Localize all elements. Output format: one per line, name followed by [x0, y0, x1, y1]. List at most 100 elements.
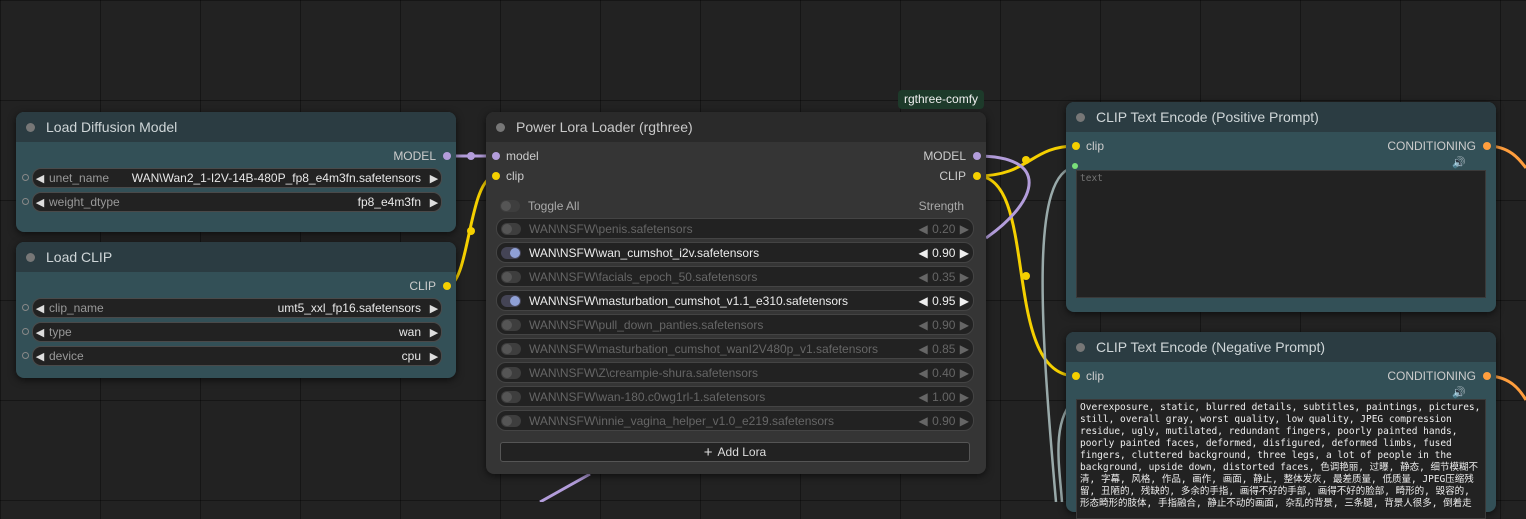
output-clip[interactable]: CLIP [409, 278, 436, 294]
lora-name[interactable]: WAN\NSFW\wan_cumshot_i2v.safetensors [529, 246, 759, 260]
arrow-right-icon[interactable]: ▶ [427, 196, 441, 209]
lora-toggle-switch[interactable] [501, 270, 521, 283]
arrow-left-icon[interactable]: ◀ [919, 390, 928, 404]
lora-toggle-switch[interactable] [501, 246, 521, 259]
lora-row[interactable]: WAN\NSFW\penis.safetensors ◀ 0.20 ▶ [496, 218, 974, 239]
lora-row[interactable]: WAN\NSFW\Z\creampie-shura.safetensors ◀ 0.… [496, 362, 974, 383]
lora-name[interactable]: WAN\NSFW\innie_vagina_helper_v1.0_e219.s… [529, 414, 834, 428]
unet-name-combo[interactable]: ◀ unet_name WAN\Wan2_1-I2V-14B-480P_fp8_… [22, 168, 442, 188]
widget-input-dot[interactable] [22, 328, 29, 335]
lora-strength[interactable]: ◀ 0.85 ▶ [919, 342, 973, 356]
power-lora-loader-node[interactable]: Power Lora Loader (rgthree) model clip M… [486, 112, 986, 474]
lora-strength-value[interactable]: 0.40 [928, 366, 960, 380]
lora-toggle-switch[interactable] [501, 318, 521, 331]
arrow-left-icon[interactable]: ◀ [919, 222, 928, 236]
lora-strength-value[interactable]: 0.35 [928, 270, 960, 284]
collapse-dot-icon[interactable] [496, 123, 505, 132]
toggle-all-row[interactable]: Toggle All Strength [500, 198, 970, 214]
load-diffusion-model-node[interactable]: Load Diffusion Model MODEL ◀ unet_name W… [16, 112, 456, 232]
arrow-right-icon[interactable]: ▶ [960, 270, 969, 284]
lora-row[interactable]: WAN\NSFW\innie_vagina_helper_v1.0_e219.s… [496, 410, 974, 431]
output-clip[interactable]: CLIP [939, 168, 966, 184]
lora-strength[interactable]: ◀ 0.35 ▶ [919, 270, 973, 284]
input-clip[interactable]: clip [506, 168, 524, 184]
output-conditioning[interactable]: CONDITIONING [1387, 368, 1476, 384]
speaker-icon[interactable]: 🔊 [1452, 386, 1466, 399]
widget-input-dot[interactable] [22, 304, 29, 311]
arrow-right-icon[interactable]: ▶ [960, 366, 969, 380]
arrow-left-icon[interactable]: ◀ [919, 270, 928, 284]
positive-text-field[interactable] [1076, 170, 1486, 298]
toggle-all-switch[interactable] [500, 200, 520, 212]
clip-name-combo[interactable]: ◀ clip_name umt5_xxl_fp16.safetensors ▶ [22, 298, 442, 318]
arrow-left-icon[interactable]: ◀ [919, 342, 928, 356]
lora-name[interactable]: WAN\NSFW\masturbation_cumshot_wanI2V480p… [529, 342, 878, 356]
positive-prompt-node[interactable]: CLIP Text Encode (Positive Prompt) clip … [1066, 102, 1496, 312]
output-model-socket[interactable] [973, 152, 981, 160]
lora-strength[interactable]: ◀ 1.00 ▶ [919, 390, 973, 404]
collapse-dot-icon[interactable] [1076, 343, 1085, 352]
output-clip-socket[interactable] [973, 172, 981, 180]
lora-name[interactable]: WAN\NSFW\facials_epoch_50.safetensors [529, 270, 757, 284]
lora-row[interactable]: WAN\NSFW\masturbation_cumshot_v1.1_e310.… [496, 290, 974, 311]
lora-toggle-switch[interactable] [501, 414, 521, 427]
input-clip[interactable]: clip [1086, 368, 1104, 384]
widget-input-dot[interactable] [22, 352, 29, 359]
arrow-left-icon[interactable]: ◀ [919, 246, 928, 260]
arrow-right-icon[interactable]: ▶ [960, 390, 969, 404]
arrow-right-icon[interactable]: ▶ [960, 318, 969, 332]
arrow-left-icon[interactable]: ◀ [919, 366, 928, 380]
arrow-left-icon[interactable]: ◀ [33, 172, 47, 185]
input-clip-socket[interactable] [1072, 372, 1080, 380]
arrow-left-icon[interactable]: ◀ [919, 414, 928, 428]
input-model[interactable]: model [506, 148, 539, 164]
arrow-left-icon[interactable]: ◀ [919, 318, 928, 332]
input-clip[interactable]: clip [1086, 138, 1104, 154]
lora-strength[interactable]: ◀ 0.95 ▶ [919, 294, 973, 308]
lora-strength[interactable]: ◀ 0.40 ▶ [919, 366, 973, 380]
output-conditioning-socket[interactable] [1483, 372, 1491, 380]
collapse-dot-icon[interactable] [1076, 113, 1085, 122]
lora-name[interactable]: WAN\NSFW\wan-180.c0wg1rl-1.safetensors [529, 390, 765, 404]
output-model[interactable]: MODEL [393, 148, 436, 164]
input-clip-socket[interactable] [1072, 142, 1080, 150]
node-header[interactable]: Load CLIP [16, 242, 456, 272]
lora-strength-value[interactable]: 0.90 [928, 414, 960, 428]
arrow-right-icon[interactable]: ▶ [960, 342, 969, 356]
arrow-left-icon[interactable]: ◀ [33, 302, 47, 315]
lora-strength-value[interactable]: 1.00 [928, 390, 960, 404]
arrow-right-icon[interactable]: ▶ [427, 326, 441, 339]
arrow-right-icon[interactable]: ▶ [960, 222, 969, 236]
node-header[interactable]: CLIP Text Encode (Negative Prompt) [1066, 332, 1496, 362]
negative-text-field[interactable]: Overexposure, static, blurred details, s… [1076, 399, 1486, 519]
lora-strength-value[interactable]: 0.90 [928, 318, 960, 332]
widget-input-dot[interactable] [22, 174, 29, 181]
arrow-right-icon[interactable]: ▶ [960, 294, 969, 308]
lora-strength-value[interactable]: 0.20 [928, 222, 960, 236]
lora-toggle-switch[interactable] [501, 222, 521, 235]
arrow-right-icon[interactable]: ▶ [960, 414, 969, 428]
lora-strength-value[interactable]: 0.95 [928, 294, 960, 308]
text-input-socket[interactable] [1072, 163, 1078, 169]
output-model-socket[interactable] [443, 152, 451, 160]
input-model-socket[interactable] [492, 152, 500, 160]
arrow-right-icon[interactable]: ▶ [960, 246, 969, 260]
lora-strength[interactable]: ◀ 0.90 ▶ [919, 414, 973, 428]
node-header[interactable]: CLIP Text Encode (Positive Prompt) [1066, 102, 1496, 132]
output-model[interactable]: MODEL [923, 148, 966, 164]
arrow-right-icon[interactable]: ▶ [427, 172, 441, 185]
arrow-right-icon[interactable]: ▶ [427, 302, 441, 315]
lora-strength-value[interactable]: 0.85 [928, 342, 960, 356]
lora-toggle-switch[interactable] [501, 294, 521, 307]
lora-name[interactable]: WAN\NSFW\pull_down_panties.safetensors [529, 318, 763, 332]
lora-strength[interactable]: ◀ 0.20 ▶ [919, 222, 973, 236]
output-conditioning[interactable]: CONDITIONING [1387, 138, 1476, 154]
arrow-left-icon[interactable]: ◀ [33, 350, 47, 363]
device-combo[interactable]: ◀ device cpu ▶ [22, 346, 442, 366]
collapse-dot-icon[interactable] [26, 253, 35, 262]
arrow-left-icon[interactable]: ◀ [33, 196, 47, 209]
lora-toggle-switch[interactable] [501, 366, 521, 379]
lora-name[interactable]: WAN\NSFW\masturbation_cumshot_v1.1_e310.… [529, 294, 848, 308]
lora-toggle-switch[interactable] [501, 342, 521, 355]
lora-strength-value[interactable]: 0.90 [928, 246, 960, 260]
